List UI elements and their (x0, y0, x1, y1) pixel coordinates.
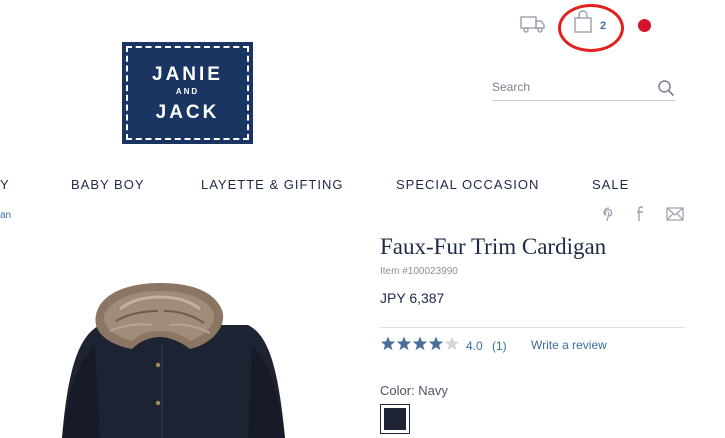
color-swatch-navy[interactable] (380, 404, 410, 434)
product-title: Faux-Fur Trim Cardigan (380, 234, 607, 259)
nav-item-layette-gifting[interactable]: LAYETTE & GIFTING (201, 177, 343, 192)
item-number: Item #100023990 (380, 266, 458, 277)
star-icon (428, 336, 444, 351)
swatch-fill (384, 408, 406, 430)
pinterest-icon[interactable] (600, 206, 618, 222)
star-icon (444, 336, 460, 351)
truck-icon[interactable] (520, 14, 546, 34)
write-review-link[interactable]: Write a review (531, 338, 607, 352)
breadcrumb[interactable]: an (0, 210, 11, 221)
annotation-circle (558, 4, 624, 52)
search-input[interactable] (492, 80, 642, 94)
nav-item-special-occasion[interactable]: SPECIAL OCCASION (396, 177, 539, 192)
star-icon (396, 336, 412, 351)
review-count[interactable]: (1) (492, 339, 507, 353)
star-icon (412, 336, 428, 351)
nav-item-baby-boy[interactable]: BABY BOY (71, 177, 145, 192)
rating-stars[interactable] (380, 336, 460, 352)
star-icon (380, 336, 396, 351)
nav-item-partial[interactable]: Y (0, 177, 10, 192)
brand-logo[interactable]: JANIE AND JACK (122, 42, 253, 144)
nav-item-sale[interactable]: SALE (592, 177, 629, 192)
email-icon[interactable] (666, 206, 684, 222)
notification-dot (638, 19, 651, 32)
search-bar (492, 78, 675, 101)
divider (380, 327, 685, 328)
color-label: Color: Navy (380, 383, 448, 398)
product-price: JPY 6,387 (380, 290, 445, 306)
search-icon[interactable] (657, 79, 675, 97)
logo-line3: JACK (155, 102, 220, 123)
logo-line1: JANIE (152, 64, 223, 85)
logo-line2: AND (175, 87, 200, 96)
facebook-icon[interactable] (632, 206, 650, 222)
product-image[interactable] (40, 275, 310, 438)
rating-value: 4.0 (466, 339, 483, 353)
